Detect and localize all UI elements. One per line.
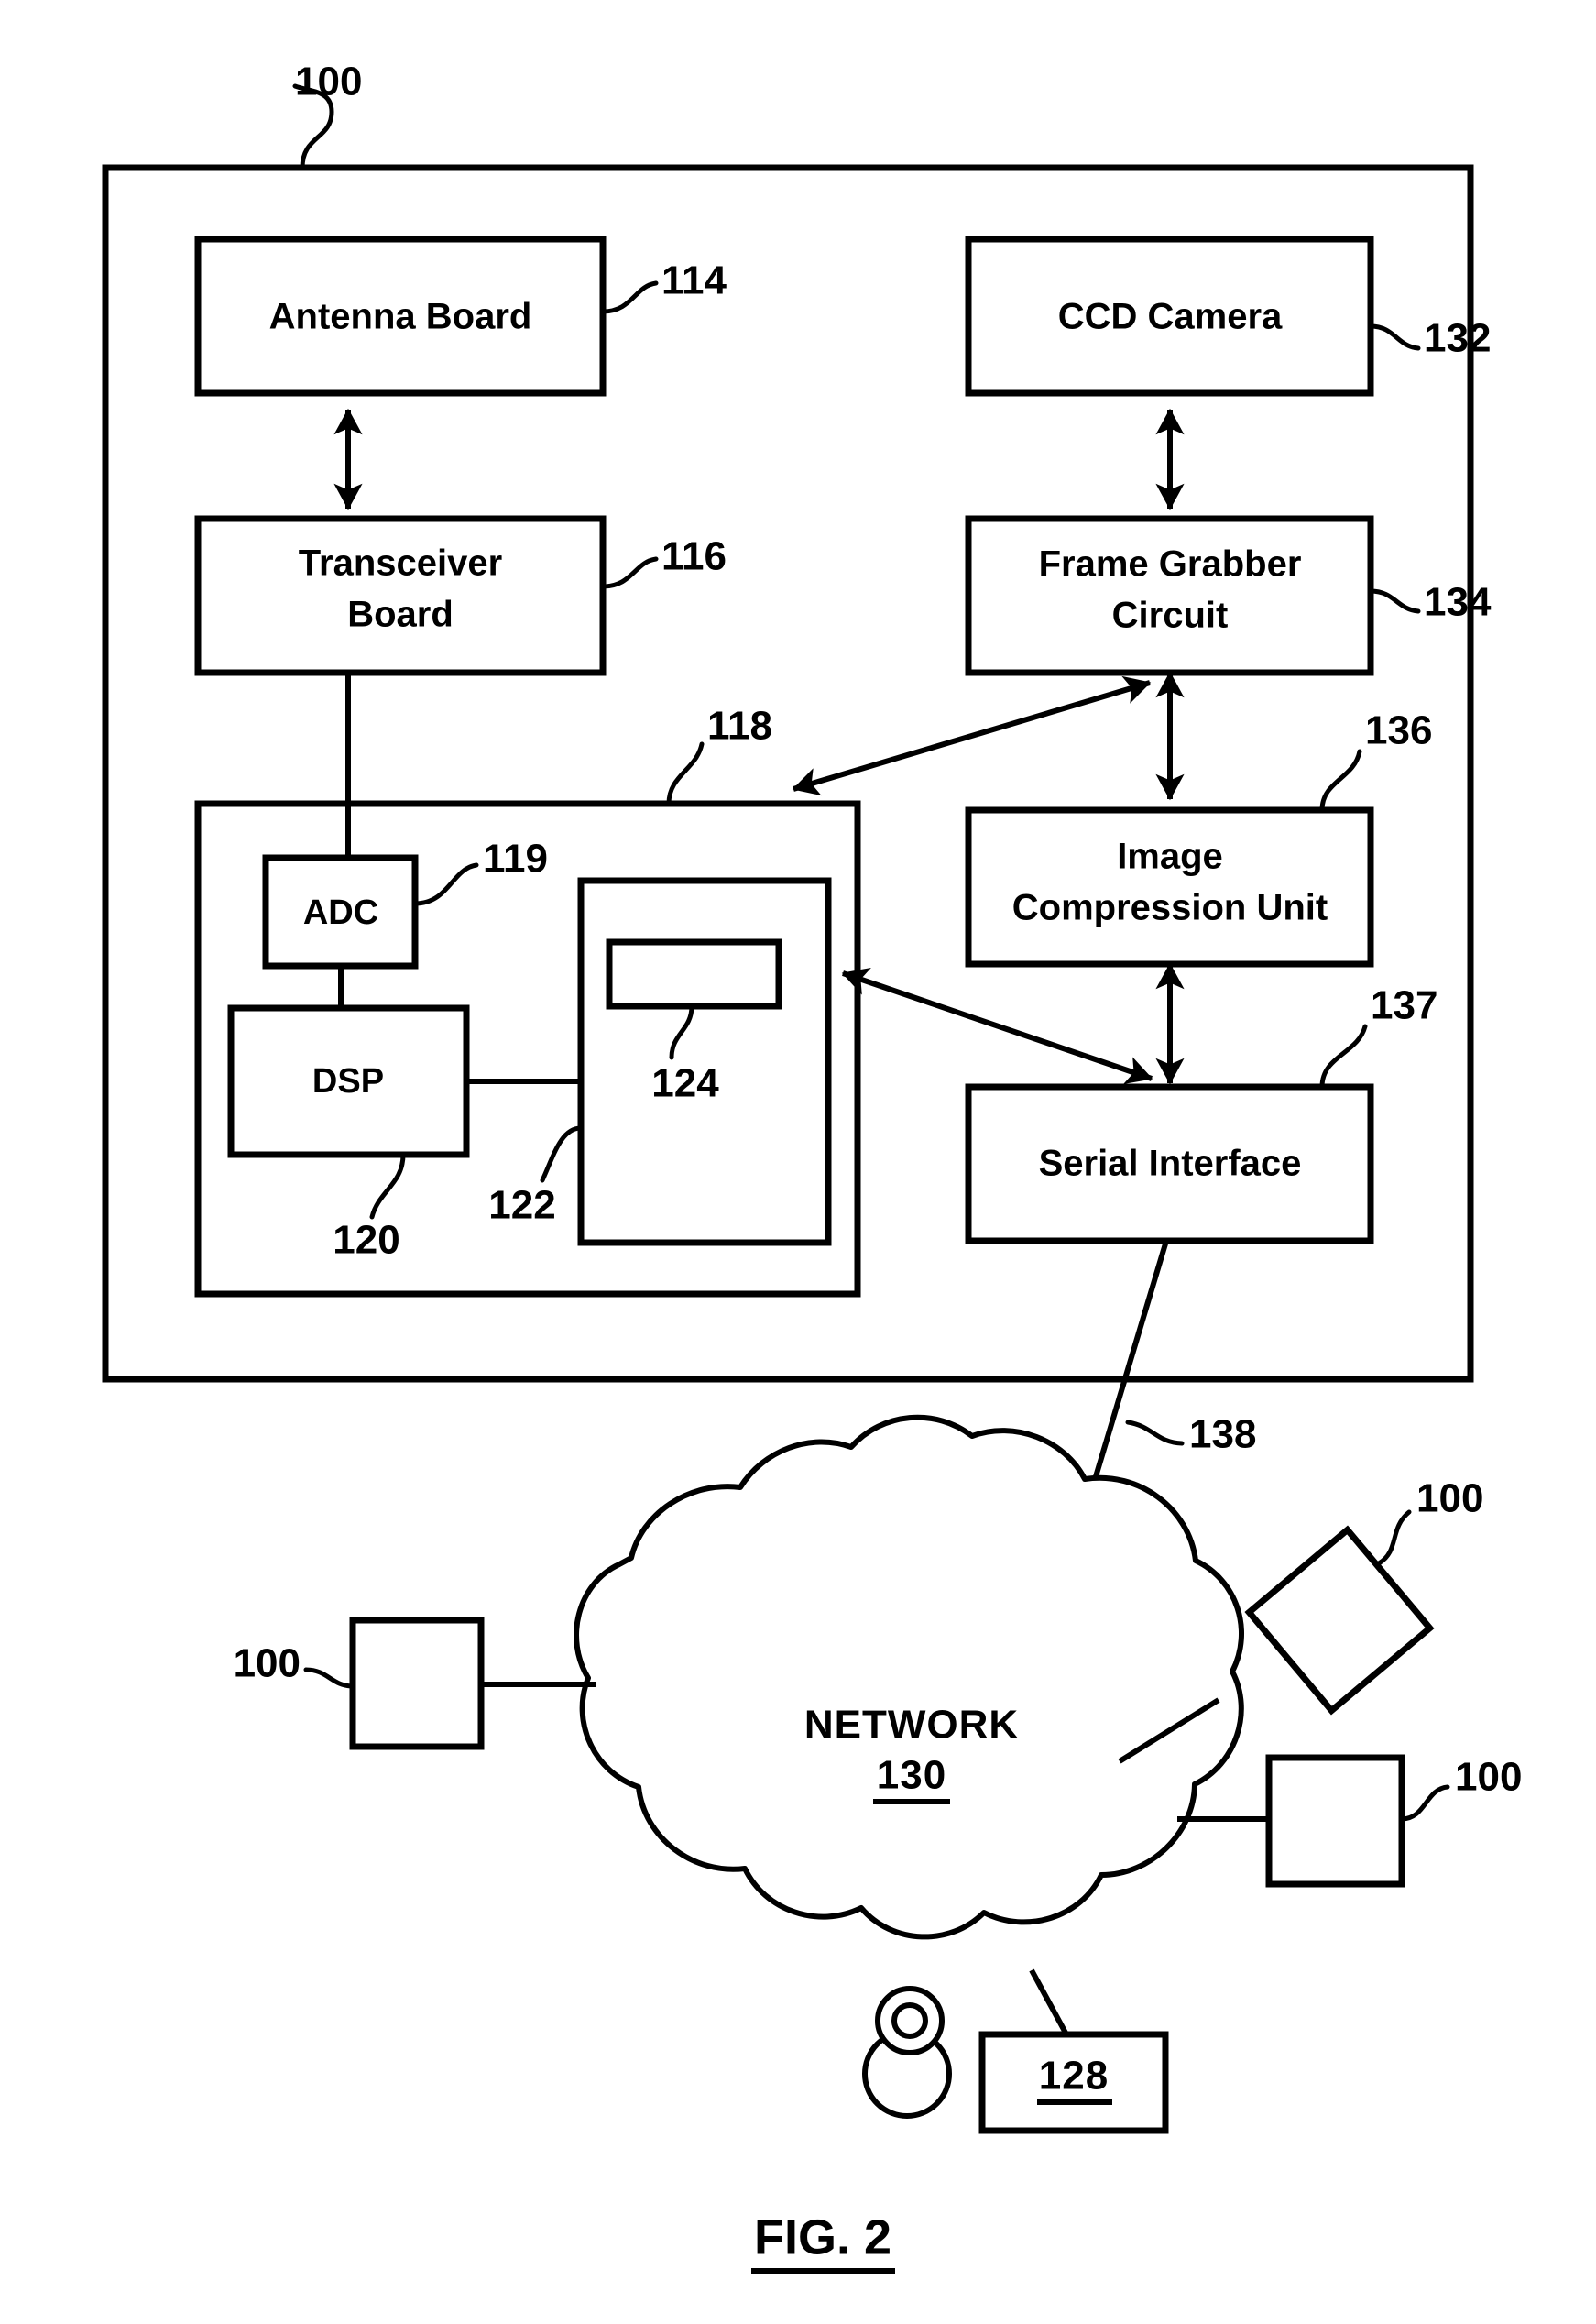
- leader-line-116: [600, 556, 659, 589]
- ref-numeral-124: 124: [651, 1061, 719, 1106]
- ref-numeral-114: 114: [661, 258, 727, 303]
- network-label: NETWORK: [804, 1703, 1019, 1748]
- block-label-ccd-camera: CCD Camera: [1058, 297, 1283, 337]
- block-label-transceiver-line1: Transceiver: [299, 543, 502, 584]
- leader-line-unit-diamond-100: [1376, 1509, 1412, 1566]
- figure-page: 100 Antenna Board 114 Transceiver Board …: [0, 0, 1596, 2324]
- block-label-image-compression-line1: Image: [1117, 837, 1223, 877]
- leader-line-unit-right-100: [1399, 1784, 1450, 1822]
- block-label-transceiver-line2: Board: [347, 595, 454, 635]
- ref-numeral-132: 132: [1424, 316, 1491, 361]
- ref-numeral-137: 137: [1371, 983, 1437, 1028]
- cloud-tail-bubble-ring-inner: [891, 2002, 928, 2039]
- leader-line-132: [1368, 323, 1421, 351]
- connector-diagonal-serial-to-memory: [841, 968, 1153, 1084]
- device-unit-diamond-100: [1244, 1525, 1435, 1716]
- device-unit-diamond-100-group: [1244, 1525, 1435, 1716]
- device-unit-left-100: [349, 1617, 485, 1750]
- ref-numeral-100-left: 100: [234, 1641, 301, 1686]
- ref-numeral-122: 122: [488, 1183, 555, 1228]
- server-ref-128: 128: [1039, 2054, 1109, 2099]
- network-ref-130: 130: [877, 1753, 946, 1798]
- ref-numeral-118: 118: [707, 704, 772, 749]
- block-label-serial-interface: Serial Interface: [1039, 1144, 1302, 1184]
- patent-figure-canvas: 100 Antenna Board 114 Transceiver Board …: [102, 60, 1522, 2274]
- figure-label: FIG. 2: [754, 2209, 891, 2264]
- block-label-dsp: DSP: [312, 1062, 384, 1101]
- network-cloud: [574, 1414, 1244, 1940]
- block-label-antenna-board: Antenna Board: [269, 297, 532, 337]
- leader-line-unit-left-100: [303, 1667, 355, 1689]
- ref-numeral-119: 119: [483, 837, 548, 882]
- connector-serial-to-network-138: [1086, 1240, 1169, 1502]
- block-label-image-compression-line2: Compression Unit: [1012, 888, 1328, 928]
- leader-line-138: [1125, 1420, 1185, 1446]
- leader-line-134: [1368, 588, 1421, 614]
- leader-line-118: [666, 741, 705, 806]
- leader-line-124: [669, 1003, 694, 1060]
- block-label-frame-grabber-line1: Frame Grabber: [1039, 544, 1302, 585]
- block-label-frame-grabber-line2: Circuit: [1112, 596, 1229, 636]
- ref-numeral-116: 116: [661, 534, 727, 579]
- ref-numeral-136: 136: [1365, 708, 1432, 753]
- block-memory-register-124: [606, 938, 782, 1010]
- connector-server-to-cloud: [1029, 1968, 1069, 2036]
- leader-line-136: [1319, 749, 1362, 813]
- device-unit-right-100: [1265, 1754, 1405, 1888]
- leader-line-122: [540, 1125, 584, 1183]
- ref-numeral-100-diamond: 100: [1416, 1476, 1483, 1521]
- ref-numeral-138: 138: [1189, 1412, 1256, 1457]
- connector-diagonal-framegrabber-to-118: [792, 675, 1152, 796]
- block-label-adc: ADC: [303, 893, 378, 932]
- leader-line-114: [600, 280, 659, 314]
- ref-numeral-100-right: 100: [1455, 1755, 1522, 1800]
- leader-line-119: [412, 862, 479, 906]
- ref-numeral-100-top: 100: [295, 60, 362, 104]
- ref-numeral-120: 120: [333, 1218, 399, 1263]
- leader-line-137: [1319, 1024, 1368, 1090]
- leader-line-120: [369, 1152, 406, 1220]
- ref-numeral-134: 134: [1424, 580, 1492, 625]
